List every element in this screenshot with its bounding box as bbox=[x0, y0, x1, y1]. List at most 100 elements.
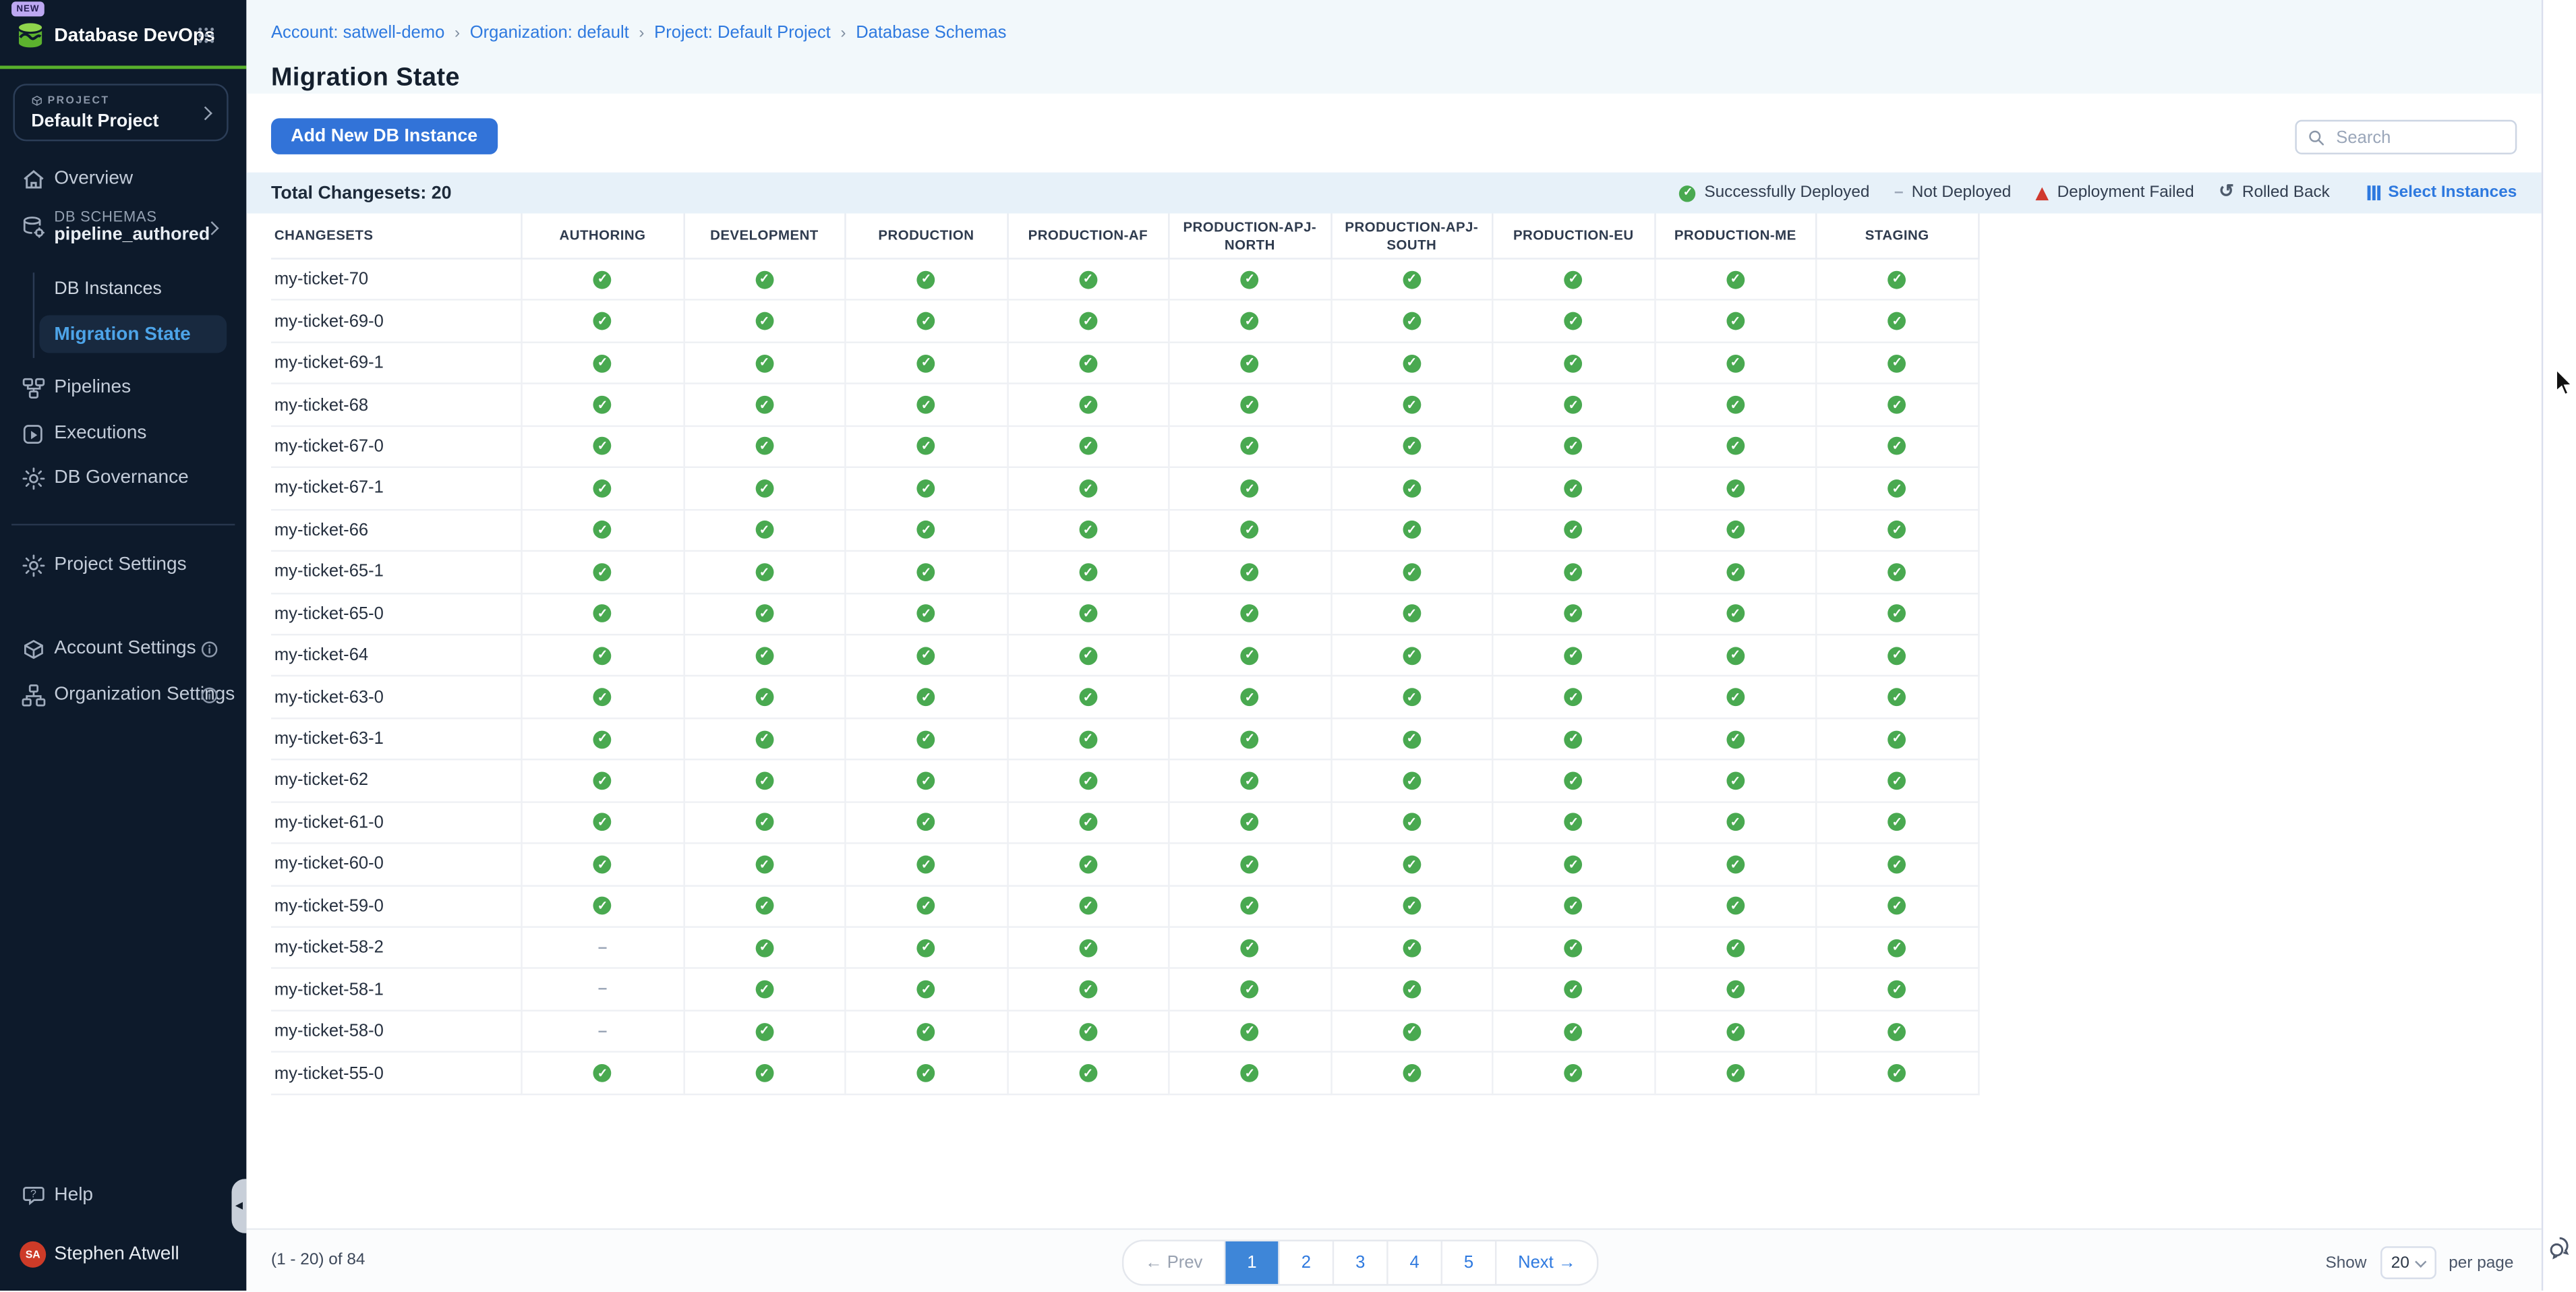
sidebar-item-db-governance[interactable]: DB Governance bbox=[0, 463, 246, 493]
table-row: my-ticket-67-0✓✓✓✓✓✓✓✓✓ bbox=[271, 427, 1980, 469]
column-header: CHANGESETS bbox=[271, 214, 523, 260]
status-cell: ✓ bbox=[1655, 593, 1817, 635]
success-icon: ✓ bbox=[1888, 939, 1906, 957]
status-cell: ✓ bbox=[1655, 970, 1817, 1011]
column-header: PRODUCTION-ME bbox=[1655, 214, 1817, 260]
app-switcher-grid-icon[interactable] bbox=[197, 26, 215, 45]
success-icon: ✓ bbox=[1241, 479, 1259, 498]
status-cell: ✓ bbox=[1817, 552, 1979, 593]
success-icon: ✓ bbox=[755, 771, 773, 790]
page-button[interactable]: 1 bbox=[1224, 1241, 1278, 1284]
support-chat-icon[interactable] bbox=[2548, 1235, 2573, 1260]
status-cell: ✓ bbox=[846, 844, 1008, 886]
breadcrumb-link[interactable]: Project: Default Project bbox=[654, 23, 831, 42]
changeset-name: my-ticket-69-1 bbox=[271, 343, 523, 385]
success-icon: ✓ bbox=[593, 730, 612, 748]
page-button[interactable]: 3 bbox=[1333, 1241, 1386, 1284]
page-header-band bbox=[246, 0, 2541, 94]
status-cell: ✓ bbox=[846, 719, 1008, 761]
success-icon: ✓ bbox=[1564, 438, 1583, 456]
sidebar-item-pipelines[interactable]: Pipelines bbox=[0, 373, 246, 403]
status-cell: ✓ bbox=[1008, 802, 1170, 844]
pipelines-icon bbox=[22, 375, 47, 400]
table-row: my-ticket-65-1✓✓✓✓✓✓✓✓✓ bbox=[271, 552, 1980, 593]
info-icon[interactable] bbox=[200, 639, 218, 657]
success-icon: ✓ bbox=[1241, 813, 1259, 831]
prev-page-button[interactable]: ← Prev bbox=[1123, 1241, 1224, 1284]
success-icon: ✓ bbox=[1564, 270, 1583, 289]
changeset-name: my-ticket-69-0 bbox=[271, 301, 523, 343]
success-icon: ✓ bbox=[1403, 396, 1421, 414]
status-cell: ✓ bbox=[1170, 1053, 1332, 1095]
sidebar-item-executions[interactable]: Executions bbox=[0, 419, 246, 448]
page-button[interactable]: 2 bbox=[1278, 1241, 1332, 1284]
table-row: my-ticket-59-0✓✓✓✓✓✓✓✓✓ bbox=[271, 886, 1980, 928]
success-icon: ✓ bbox=[1564, 605, 1583, 623]
legend-label: Not Deployed bbox=[1912, 184, 2012, 202]
breadcrumb-link[interactable]: Database Schemas bbox=[856, 23, 1006, 42]
sidebar-item-db-schemas[interactable]: DB SCHEMAS pipeline_authored bbox=[0, 207, 246, 249]
status-cell: – bbox=[523, 928, 684, 970]
column-header: PRODUCTION bbox=[846, 214, 1008, 260]
success-icon: ✓ bbox=[1888, 730, 1906, 748]
status-cell: ✓ bbox=[1170, 552, 1332, 593]
table-row: my-ticket-61-0✓✓✓✓✓✓✓✓✓ bbox=[271, 802, 1980, 844]
status-cell: ✓ bbox=[684, 928, 846, 970]
chevron-right-icon bbox=[198, 107, 212, 121]
status-cell: ✓ bbox=[1170, 1011, 1332, 1053]
add-new-db-instance-button[interactable]: Add New DB Instance bbox=[271, 118, 497, 154]
status-cell: ✓ bbox=[1008, 510, 1170, 552]
sidebar-item-project-settings[interactable]: Project Settings bbox=[0, 550, 246, 580]
sidebar-item-migration-state[interactable]: Migration State bbox=[39, 316, 227, 353]
legend-label: Successfully Deployed bbox=[1704, 184, 1869, 202]
search-input[interactable] bbox=[2333, 125, 2515, 148]
sidebar-collapse-handle[interactable]: ◀ bbox=[232, 1179, 247, 1233]
changeset-name: my-ticket-64 bbox=[271, 635, 523, 677]
status-cell: ✓ bbox=[523, 552, 684, 593]
legend-success-icon: ✓ bbox=[1680, 185, 1696, 201]
summary-band: Total Changesets: 20 ✓Successfully Deplo… bbox=[246, 173, 2541, 214]
success-icon: ✓ bbox=[1403, 939, 1421, 957]
legend-rolled-back-icon: ↺ bbox=[2219, 184, 2233, 202]
play-square-icon bbox=[22, 421, 47, 446]
page-size-select[interactable]: 20 bbox=[2380, 1246, 2436, 1279]
success-icon: ✓ bbox=[755, 897, 773, 915]
not-deployed-dash: – bbox=[598, 980, 608, 999]
sidebar-item-db-instances[interactable]: DB Instances bbox=[54, 279, 161, 299]
status-cell: ✓ bbox=[1494, 468, 1656, 510]
page-button[interactable]: 4 bbox=[1386, 1241, 1440, 1284]
page-button[interactable]: 5 bbox=[1441, 1241, 1495, 1284]
status-cell: ✓ bbox=[1494, 385, 1656, 427]
project-selector[interactable]: PROJECT Default Project bbox=[13, 84, 228, 141]
success-icon: ✓ bbox=[1726, 438, 1745, 456]
success-icon: ✓ bbox=[593, 521, 612, 539]
status-cell: ✓ bbox=[523, 510, 684, 552]
sidebar-item-organization-settings[interactable]: Organization Settings bbox=[0, 680, 246, 709]
success-icon: ✓ bbox=[755, 730, 773, 748]
status-cell: ✓ bbox=[846, 970, 1008, 1011]
success-icon: ✓ bbox=[917, 688, 935, 707]
status-cell: ✓ bbox=[1655, 719, 1817, 761]
status-cell: ✓ bbox=[1332, 593, 1494, 635]
select-instances-button[interactable]: Select Instances bbox=[2368, 184, 2517, 202]
breadcrumb-link[interactable]: Organization: default bbox=[470, 23, 629, 42]
status-cell: ✓ bbox=[1817, 928, 1979, 970]
status-cell: ✓ bbox=[1655, 677, 1817, 719]
status-cell: ✓ bbox=[1817, 844, 1979, 886]
status-cell: ✓ bbox=[1817, 260, 1979, 301]
next-page-button[interactable]: Next → bbox=[1495, 1241, 1597, 1284]
sidebar-item-overview[interactable]: Overview bbox=[0, 165, 246, 194]
page-buttons: 12345 bbox=[1224, 1241, 1495, 1284]
sidebar-item-help[interactable]: ? Help bbox=[0, 1181, 246, 1210]
breadcrumb-link[interactable]: Account: satwell-demo bbox=[271, 23, 444, 42]
success-icon: ✓ bbox=[1888, 647, 1906, 665]
success-icon: ✓ bbox=[1241, 1022, 1259, 1040]
info-icon[interactable] bbox=[200, 686, 218, 704]
success-icon: ✓ bbox=[1079, 479, 1097, 498]
success-icon: ✓ bbox=[755, 1022, 773, 1040]
sidebar-item-user[interactable]: Stephen Atwell bbox=[0, 1240, 246, 1270]
status-cell: ✓ bbox=[523, 635, 684, 677]
table-row: my-ticket-58-2–✓✓✓✓✓✓✓✓ bbox=[271, 928, 1980, 970]
sidebar-item-account-settings[interactable]: Account Settings bbox=[0, 634, 246, 664]
success-icon: ✓ bbox=[917, 980, 935, 999]
